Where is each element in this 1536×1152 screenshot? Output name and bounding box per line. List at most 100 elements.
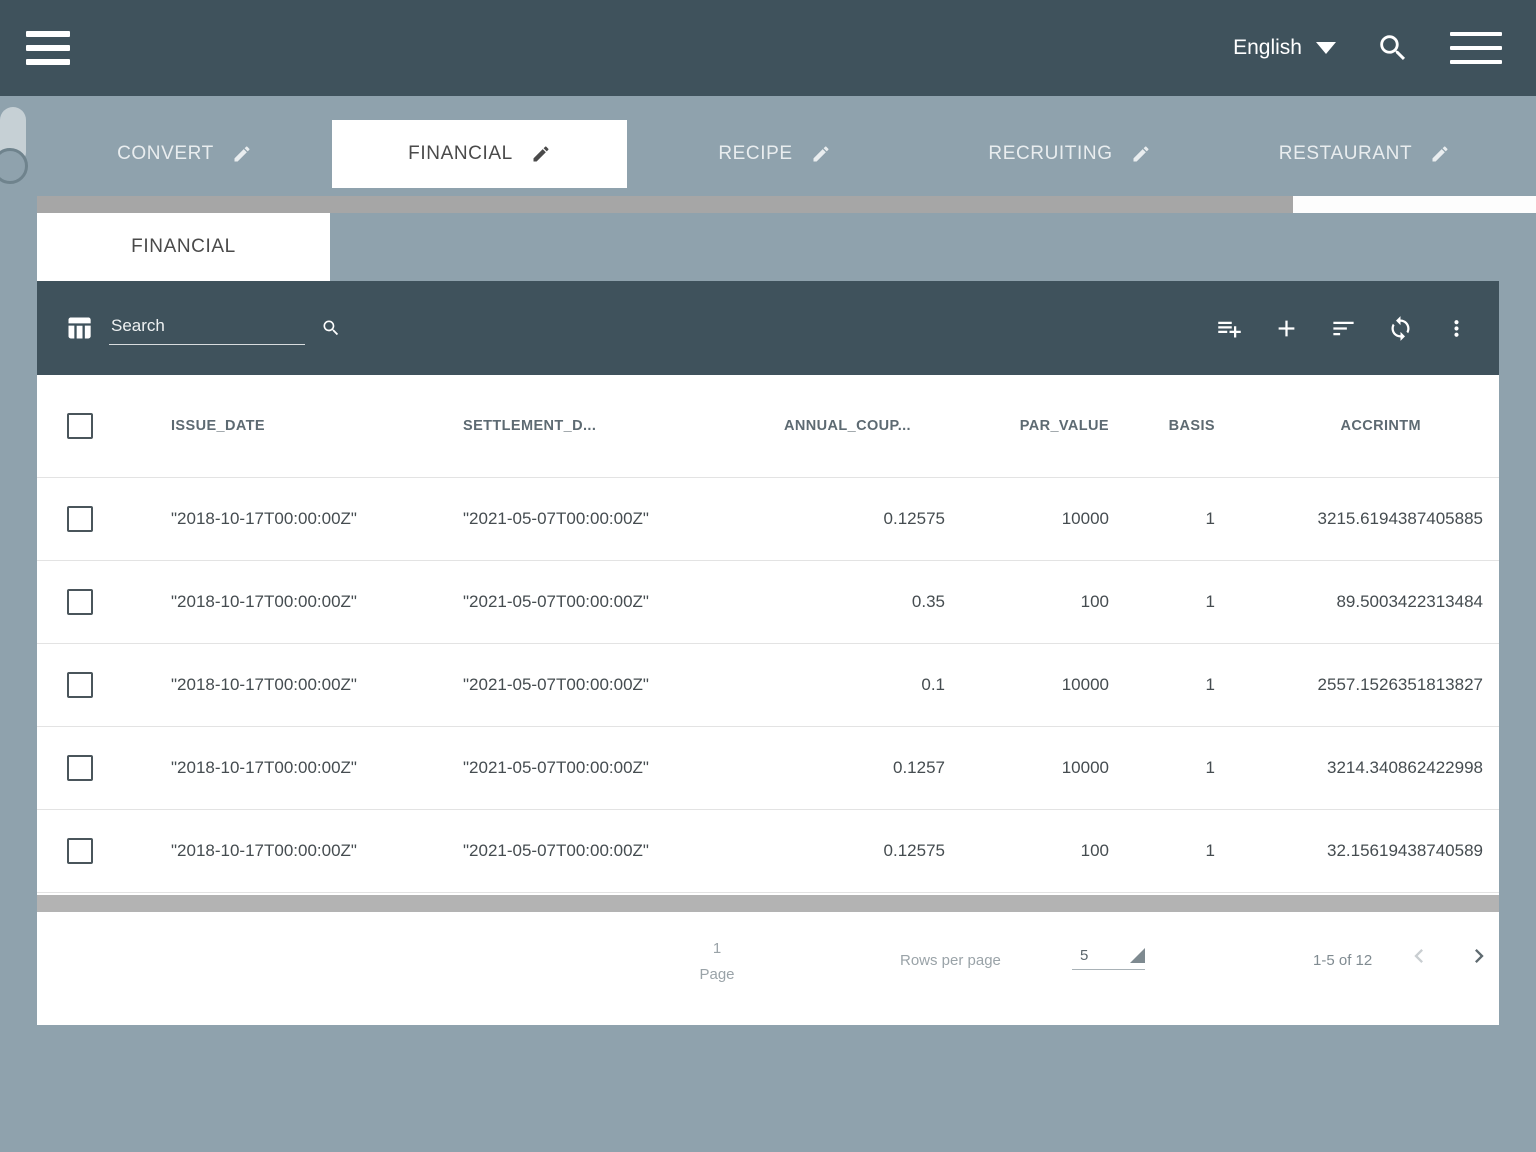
- next-page-icon[interactable]: [1465, 942, 1493, 975]
- table-body: "2018-10-17T00:00:00Z""2021-05-07T00:00:…: [37, 477, 1499, 892]
- cell-settle: "2021-05-07T00:00:00Z": [425, 809, 725, 892]
- tab-restaurant[interactable]: RESTAURANT: [1217, 120, 1512, 188]
- sort-icon[interactable]: [1330, 315, 1357, 342]
- column-header-par-value[interactable]: PAR_VALUE: [983, 375, 1147, 477]
- more-vert-icon[interactable]: [1444, 316, 1469, 341]
- topbar: English: [0, 0, 1536, 96]
- row-checkbox-cell: [37, 809, 133, 892]
- add-row-icon[interactable]: [1216, 315, 1243, 342]
- cell-basis: 1: [1147, 477, 1253, 560]
- previous-page-icon[interactable]: [1405, 942, 1433, 975]
- tab-label: RESTAURANT: [1279, 143, 1412, 165]
- cell-issue: "2018-10-17T00:00:00Z": [133, 726, 425, 809]
- cell-settle: "2021-05-07T00:00:00Z": [425, 477, 725, 560]
- language-label: English: [1233, 36, 1302, 60]
- row-checkbox[interactable]: [67, 506, 93, 532]
- tab-label: RECRUITING: [988, 143, 1112, 165]
- edit-icon[interactable]: [1430, 144, 1450, 164]
- cell-annual: 0.1: [725, 643, 983, 726]
- cell-basis: 1: [1147, 809, 1253, 892]
- subtab-financial[interactable]: FINANCIAL: [37, 213, 330, 281]
- table-horizontal-scrollbar[interactable]: [37, 895, 1499, 912]
- horizontal-scrollbar-track: [1293, 196, 1536, 213]
- row-checkbox[interactable]: [67, 755, 93, 781]
- cell-issue: "2018-10-17T00:00:00Z": [133, 809, 425, 892]
- table-header-row: ISSUE_DATE SETTLEMENT_D... ANNUAL_COUP..…: [37, 375, 1499, 477]
- horizontal-scrollbar[interactable]: [37, 196, 1293, 213]
- cell-accr: 89.5003422313484: [1253, 560, 1499, 643]
- search-icon[interactable]: [1376, 31, 1410, 65]
- cell-settle: "2021-05-07T00:00:00Z": [425, 643, 725, 726]
- cell-issue: "2018-10-17T00:00:00Z": [133, 643, 425, 726]
- edit-icon[interactable]: [531, 144, 551, 164]
- add-icon[interactable]: [1273, 315, 1300, 342]
- row-checkbox[interactable]: [67, 589, 93, 615]
- column-header-annual-coupon[interactable]: ANNUAL_COUP...: [725, 375, 983, 477]
- cell-par: 100: [983, 809, 1147, 892]
- range-label: 1-5 of 12: [1313, 952, 1372, 969]
- tab-label: RECIPE: [718, 143, 792, 165]
- app-window: English CONVERT FINANCIAL RECIPE: [0, 0, 1536, 1152]
- column-header-settlement-date[interactable]: SETTLEMENT_D...: [425, 375, 725, 477]
- dropdown-triangle-icon: [1130, 948, 1145, 963]
- table-row: "2018-10-17T00:00:00Z""2021-05-07T00:00:…: [37, 560, 1499, 643]
- tab-recruiting[interactable]: RECRUITING: [922, 120, 1217, 188]
- table-row: "2018-10-17T00:00:00Z""2021-05-07T00:00:…: [37, 726, 1499, 809]
- column-header-issue-date[interactable]: ISSUE_DATE: [133, 375, 425, 477]
- table-row: "2018-10-17T00:00:00Z""2021-05-07T00:00:…: [37, 809, 1499, 892]
- column-header-accrintm[interactable]: ACCRINTM: [1253, 375, 1499, 477]
- menu-icon[interactable]: [26, 31, 70, 65]
- page-indicator: 1 Page: [685, 936, 749, 988]
- cell-annual: 0.12575: [725, 477, 983, 560]
- nav-menu-icon[interactable]: [1450, 32, 1502, 64]
- grid-toolbar: [37, 281, 1499, 375]
- row-checkbox[interactable]: [67, 672, 93, 698]
- select-all-checkbox[interactable]: [67, 413, 93, 439]
- rows-per-page-label: Rows per page: [900, 952, 1001, 969]
- table-icon[interactable]: [65, 314, 93, 342]
- cell-annual: 0.35: [725, 560, 983, 643]
- cell-par: 10000: [983, 726, 1147, 809]
- rows-per-page-select[interactable]: 5: [1072, 942, 1145, 970]
- edit-icon[interactable]: [1131, 144, 1151, 164]
- cell-accr: 3215.6194387405885: [1253, 477, 1499, 560]
- tab-label: CONVERT: [117, 143, 214, 165]
- page-number: 1: [685, 936, 749, 962]
- data-table: ISSUE_DATE SETTLEMENT_D... ANNUAL_COUP..…: [37, 375, 1499, 893]
- sheet-tabs: CONVERT FINANCIAL RECIPE RECRUITING REST…: [37, 120, 1512, 188]
- cell-accr: 32.15619438740589: [1253, 809, 1499, 892]
- edit-icon[interactable]: [232, 144, 252, 164]
- chevron-down-icon: [1316, 42, 1336, 54]
- tab-convert[interactable]: CONVERT: [37, 120, 332, 188]
- row-checkbox[interactable]: [67, 838, 93, 864]
- cell-annual: 0.1257: [725, 726, 983, 809]
- tab-label: FINANCIAL: [408, 143, 513, 165]
- search-submit-icon[interactable]: [321, 318, 341, 338]
- table-row: "2018-10-17T00:00:00Z""2021-05-07T00:00:…: [37, 643, 1499, 726]
- cell-issue: "2018-10-17T00:00:00Z": [133, 560, 425, 643]
- subtab-label: FINANCIAL: [131, 236, 236, 258]
- row-checkbox-cell: [37, 726, 133, 809]
- table-row: "2018-10-17T00:00:00Z""2021-05-07T00:00:…: [37, 477, 1499, 560]
- cell-basis: 1: [1147, 560, 1253, 643]
- rows-per-page-value: 5: [1072, 947, 1088, 964]
- row-checkbox-cell: [37, 643, 133, 726]
- refresh-icon[interactable]: [1387, 315, 1414, 342]
- row-checkbox-cell: [37, 560, 133, 643]
- cell-basis: 1: [1147, 643, 1253, 726]
- language-selector[interactable]: English: [1233, 36, 1336, 60]
- data-grid-panel: ISSUE_DATE SETTLEMENT_D... ANNUAL_COUP..…: [37, 281, 1499, 1025]
- cell-basis: 1: [1147, 726, 1253, 809]
- select-all-cell: [37, 375, 133, 477]
- cell-par: 10000: [983, 477, 1147, 560]
- edit-icon[interactable]: [811, 144, 831, 164]
- page-label: Page: [685, 962, 749, 988]
- cell-settle: "2021-05-07T00:00:00Z": [425, 726, 725, 809]
- cell-par: 100: [983, 560, 1147, 643]
- cell-accr: 3214.340862422998: [1253, 726, 1499, 809]
- tab-financial[interactable]: FINANCIAL: [332, 120, 627, 188]
- tab-recipe[interactable]: RECIPE: [627, 120, 922, 188]
- search-input[interactable]: [109, 312, 305, 345]
- cell-accr: 2557.1526351813827: [1253, 643, 1499, 726]
- column-header-basis[interactable]: BASIS: [1147, 375, 1253, 477]
